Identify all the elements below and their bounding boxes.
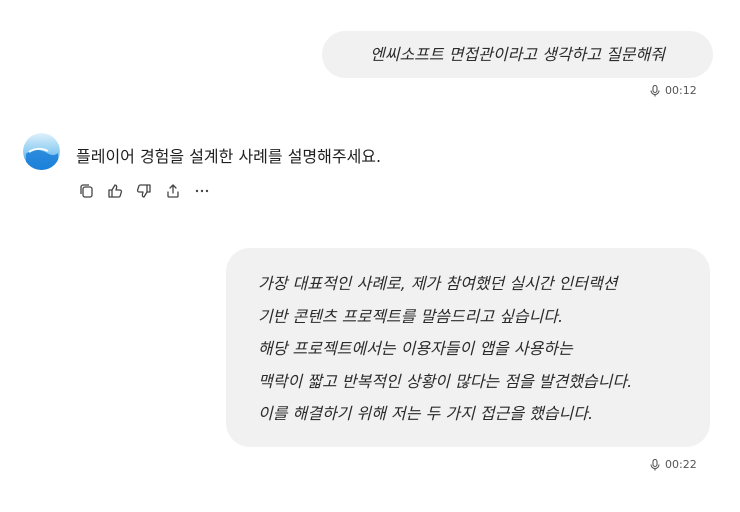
microphone-icon	[650, 84, 660, 97]
thumbs-down-button[interactable]	[135, 182, 153, 200]
assistant-avatar	[23, 133, 60, 170]
chat-page: 엔씨소프트 면접관이라고 생각하고 질문해줘 00:12 플레이어 경험을 설계…	[0, 0, 740, 512]
thumbs-up-icon	[108, 184, 123, 198]
voice-duration: 00:12	[650, 84, 697, 97]
user-message-text: 엔씨소프트 면접관이라고 생각하고 질문해줘	[370, 45, 665, 64]
more-icon	[195, 189, 209, 193]
duration-text: 00:12	[665, 84, 697, 97]
user-message-line: 맥락이 짧고 반복적인 상황이 많다는 점을 발견했습니다.	[258, 371, 633, 391]
user-message-line: 가장 대표적인 사례로, 제가 참여했던 실시간 인터랙션	[258, 274, 618, 293]
message-actions	[77, 182, 211, 200]
more-button[interactable]	[193, 182, 211, 200]
share-button[interactable]	[164, 182, 182, 200]
user-message-line: 이를 해결하기 위해 저는 두 가지 접근을 했습니다.	[258, 404, 594, 423]
thumbs-up-button[interactable]	[106, 182, 124, 200]
user-message-bubble: 가장 대표적인 사례로, 제가 참여했던 실시간 인터랙션 기반 콘텐츠 프로젝…	[226, 248, 710, 447]
voice-duration: 00:22	[650, 458, 697, 471]
assistant-message-text: 플레이어 경험을 설계한 사례를 설명해주세요.	[76, 147, 382, 166]
microphone-icon	[650, 458, 660, 471]
user-message-bubble: 엔씨소프트 면접관이라고 생각하고 질문해줘	[322, 31, 713, 78]
thumbs-down-icon	[136, 184, 151, 198]
user-message-line: 기반 콘텐츠 프로젝트를 말씀드리고 싶습니다.	[258, 306, 564, 326]
duration-text: 00:22	[665, 458, 697, 471]
copy-button[interactable]	[77, 182, 95, 200]
copy-icon	[80, 184, 93, 198]
user-message-line: 해당 프로젝트에서는 이용자들이 앱을 사용하는	[258, 339, 573, 358]
share-icon	[167, 184, 179, 198]
